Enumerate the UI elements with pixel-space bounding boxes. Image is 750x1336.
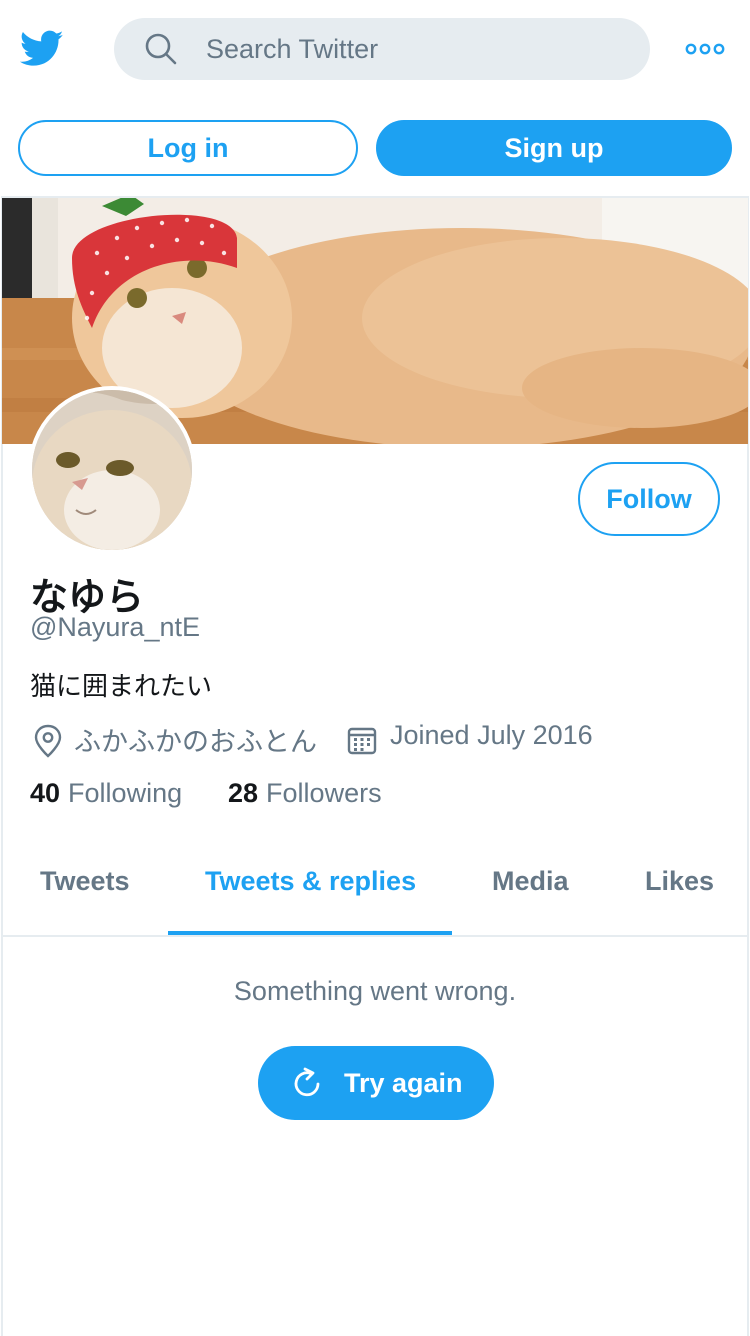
more-button[interactable] xyxy=(680,30,730,68)
tab-tweets[interactable]: Tweets xyxy=(40,866,130,897)
avatar[interactable] xyxy=(28,386,196,554)
signup-button[interactable]: Sign up xyxy=(376,120,732,176)
error-message: Something went wrong. xyxy=(233,976,517,1006)
tabs-divider xyxy=(2,935,748,937)
login-button[interactable]: Log in xyxy=(18,120,358,176)
avatar-image xyxy=(32,390,192,550)
profile-location: ふかふかのおふとん xyxy=(74,727,317,758)
following-label: Following xyxy=(68,778,183,808)
tab-media[interactable]: Media xyxy=(492,866,569,897)
tab-tweets-and-replies[interactable]: Tweets & replies xyxy=(205,866,416,897)
follow-button[interactable]: Follow xyxy=(578,462,720,536)
followers-stat[interactable]: 28 Followers xyxy=(228,778,382,809)
calendar-icon xyxy=(347,727,377,755)
followers-label: Followers xyxy=(266,778,382,808)
more-dots-icon xyxy=(685,43,725,55)
retry-button[interactable]: Try again xyxy=(258,1046,494,1120)
tab-likes[interactable]: Likes xyxy=(645,866,714,897)
following-count: 40 xyxy=(30,778,61,808)
following-stat[interactable]: 40 Following xyxy=(30,778,182,809)
profile-bio: 猫に囲まれたい xyxy=(30,672,213,702)
refresh-icon xyxy=(294,1067,320,1097)
top-bar xyxy=(0,0,750,100)
search-input[interactable] xyxy=(206,28,626,70)
twitter-bird-icon[interactable] xyxy=(18,26,66,70)
search-icon xyxy=(145,33,177,65)
followers-count: 28 xyxy=(228,778,259,808)
search-bar[interactable] xyxy=(114,18,650,80)
location-pin-icon xyxy=(34,724,62,758)
retry-label: Try again xyxy=(344,1068,463,1098)
profile-joined-date: Joined July 2016 xyxy=(390,720,593,750)
profile-handle: @Nayura_ntE xyxy=(30,612,200,642)
